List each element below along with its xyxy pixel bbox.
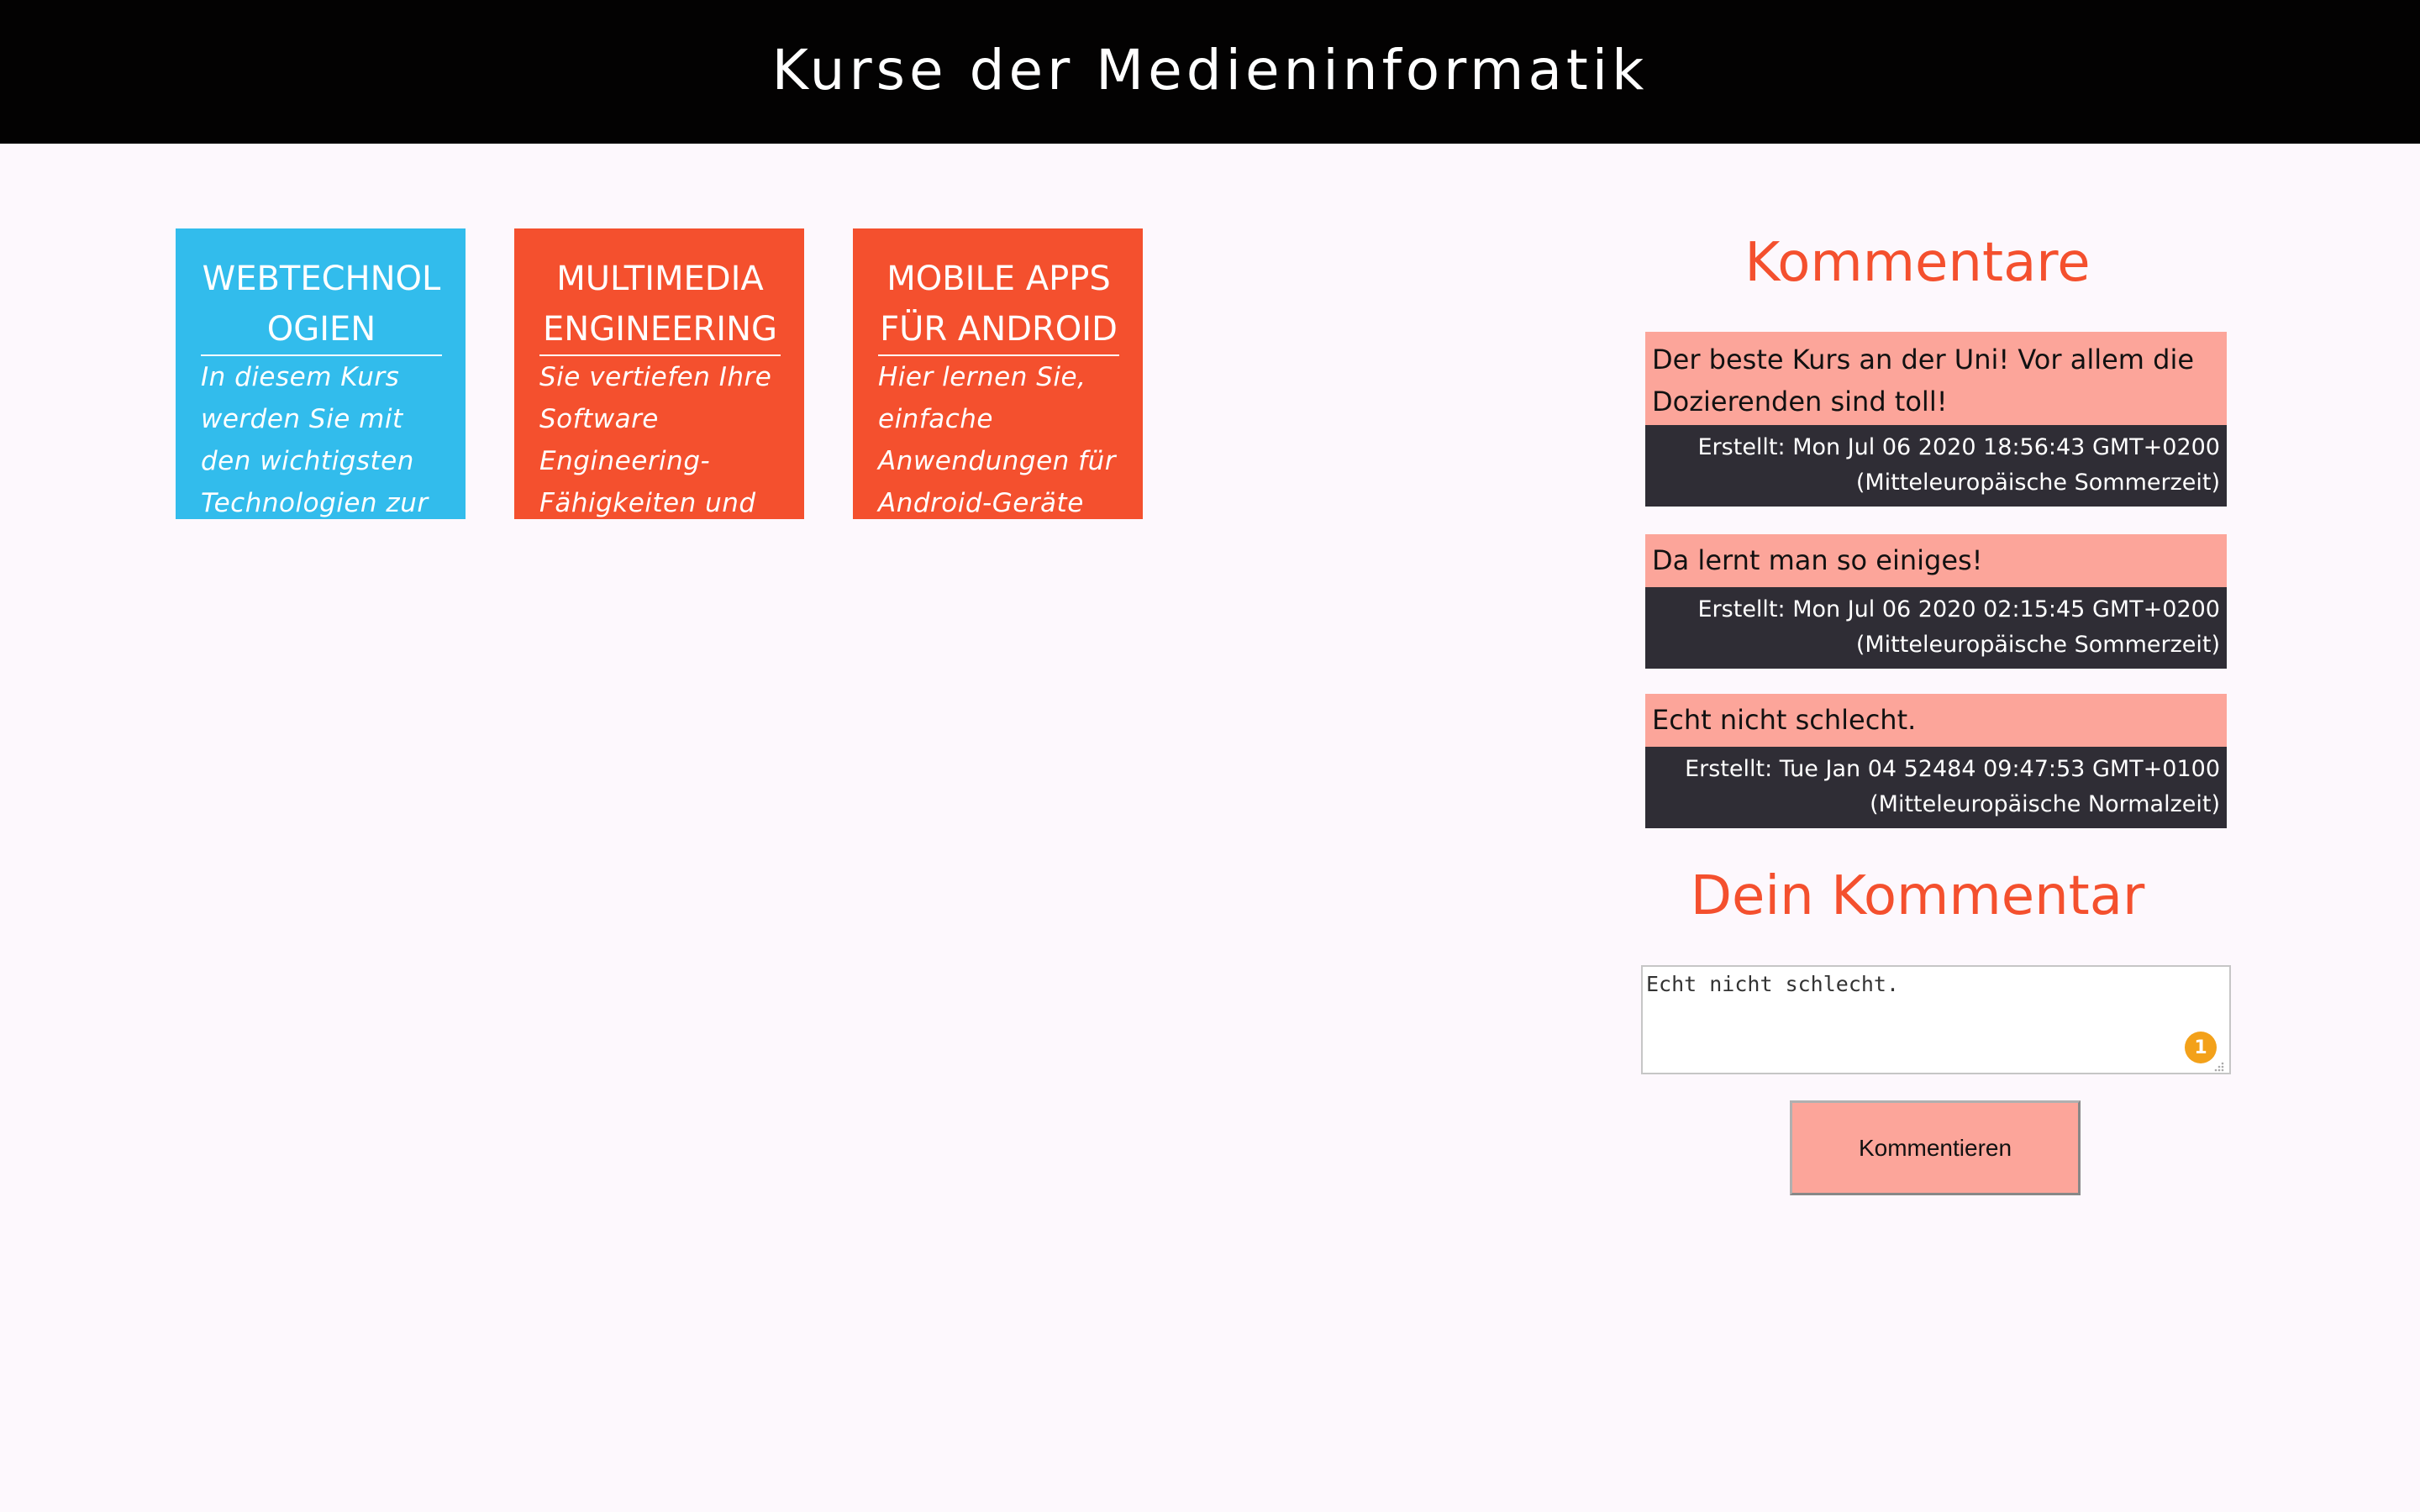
course-title: MULTIMEDIA ENGINEERING: [539, 254, 781, 356]
comment-timestamp: Erstellt: Tue Jan 04 52484 09:47:53 GMT+…: [1645, 747, 2227, 828]
your-comment-heading: Dein Kommentar: [1690, 865, 2145, 927]
comment-text: Der beste Kurs an der Uni! Vor allem die…: [1645, 332, 2227, 425]
course-card-multimedia-engineering[interactable]: MULTIMEDIA ENGINEERING Sie vertiefen Ihr…: [514, 228, 804, 519]
comment-text: Da lernt man so einiges!: [1645, 534, 2227, 587]
comment-timestamp: Erstellt: Mon Jul 06 2020 02:15:45 GMT+0…: [1645, 587, 2227, 669]
comment-text: Echt nicht schlecht.: [1645, 694, 2227, 747]
course-card-webtechnologien[interactable]: WEBTECHNOLOGIEN In diesem Kurs werden Si…: [176, 228, 466, 519]
comment-item: Da lernt man so einiges! Erstellt: Mon J…: [1645, 534, 2227, 669]
comment-item: Der beste Kurs an der Uni! Vor allem die…: [1645, 332, 2227, 507]
comment-item: Echt nicht schlecht. Erstellt: Tue Jan 0…: [1645, 694, 2227, 828]
course-title: MOBILE APPS FÜR ANDROID: [878, 254, 1119, 356]
page-title: Kurse der Medieninformatik: [771, 38, 1649, 102]
comment-input[interactable]: [1641, 965, 2231, 1074]
course-description: In diesem Kurs werden Sie mit den wichti…: [201, 362, 429, 518]
notification-badge: 1: [2185, 1032, 2217, 1063]
course-card-mobile-apps[interactable]: MOBILE APPS FÜR ANDROID Hier lernen Sie,…: [853, 228, 1143, 519]
course-description: Sie vertiefen Ihre Software Engineering-…: [539, 362, 772, 518]
comment-timestamp: Erstellt: Mon Jul 06 2020 18:56:43 GMT+0…: [1645, 425, 2227, 507]
course-description: Hier lernen Sie, einfache Anwendungen fü…: [878, 362, 1116, 518]
page-header: Kurse der Medieninformatik: [0, 0, 2420, 144]
comments-heading: Kommentare: [1744, 232, 2091, 294]
resize-grip-icon[interactable]: [2213, 1062, 2225, 1072]
course-title: WEBTECHNOLOGIEN: [201, 254, 442, 356]
submit-comment-button[interactable]: Kommentieren: [1790, 1100, 2081, 1195]
